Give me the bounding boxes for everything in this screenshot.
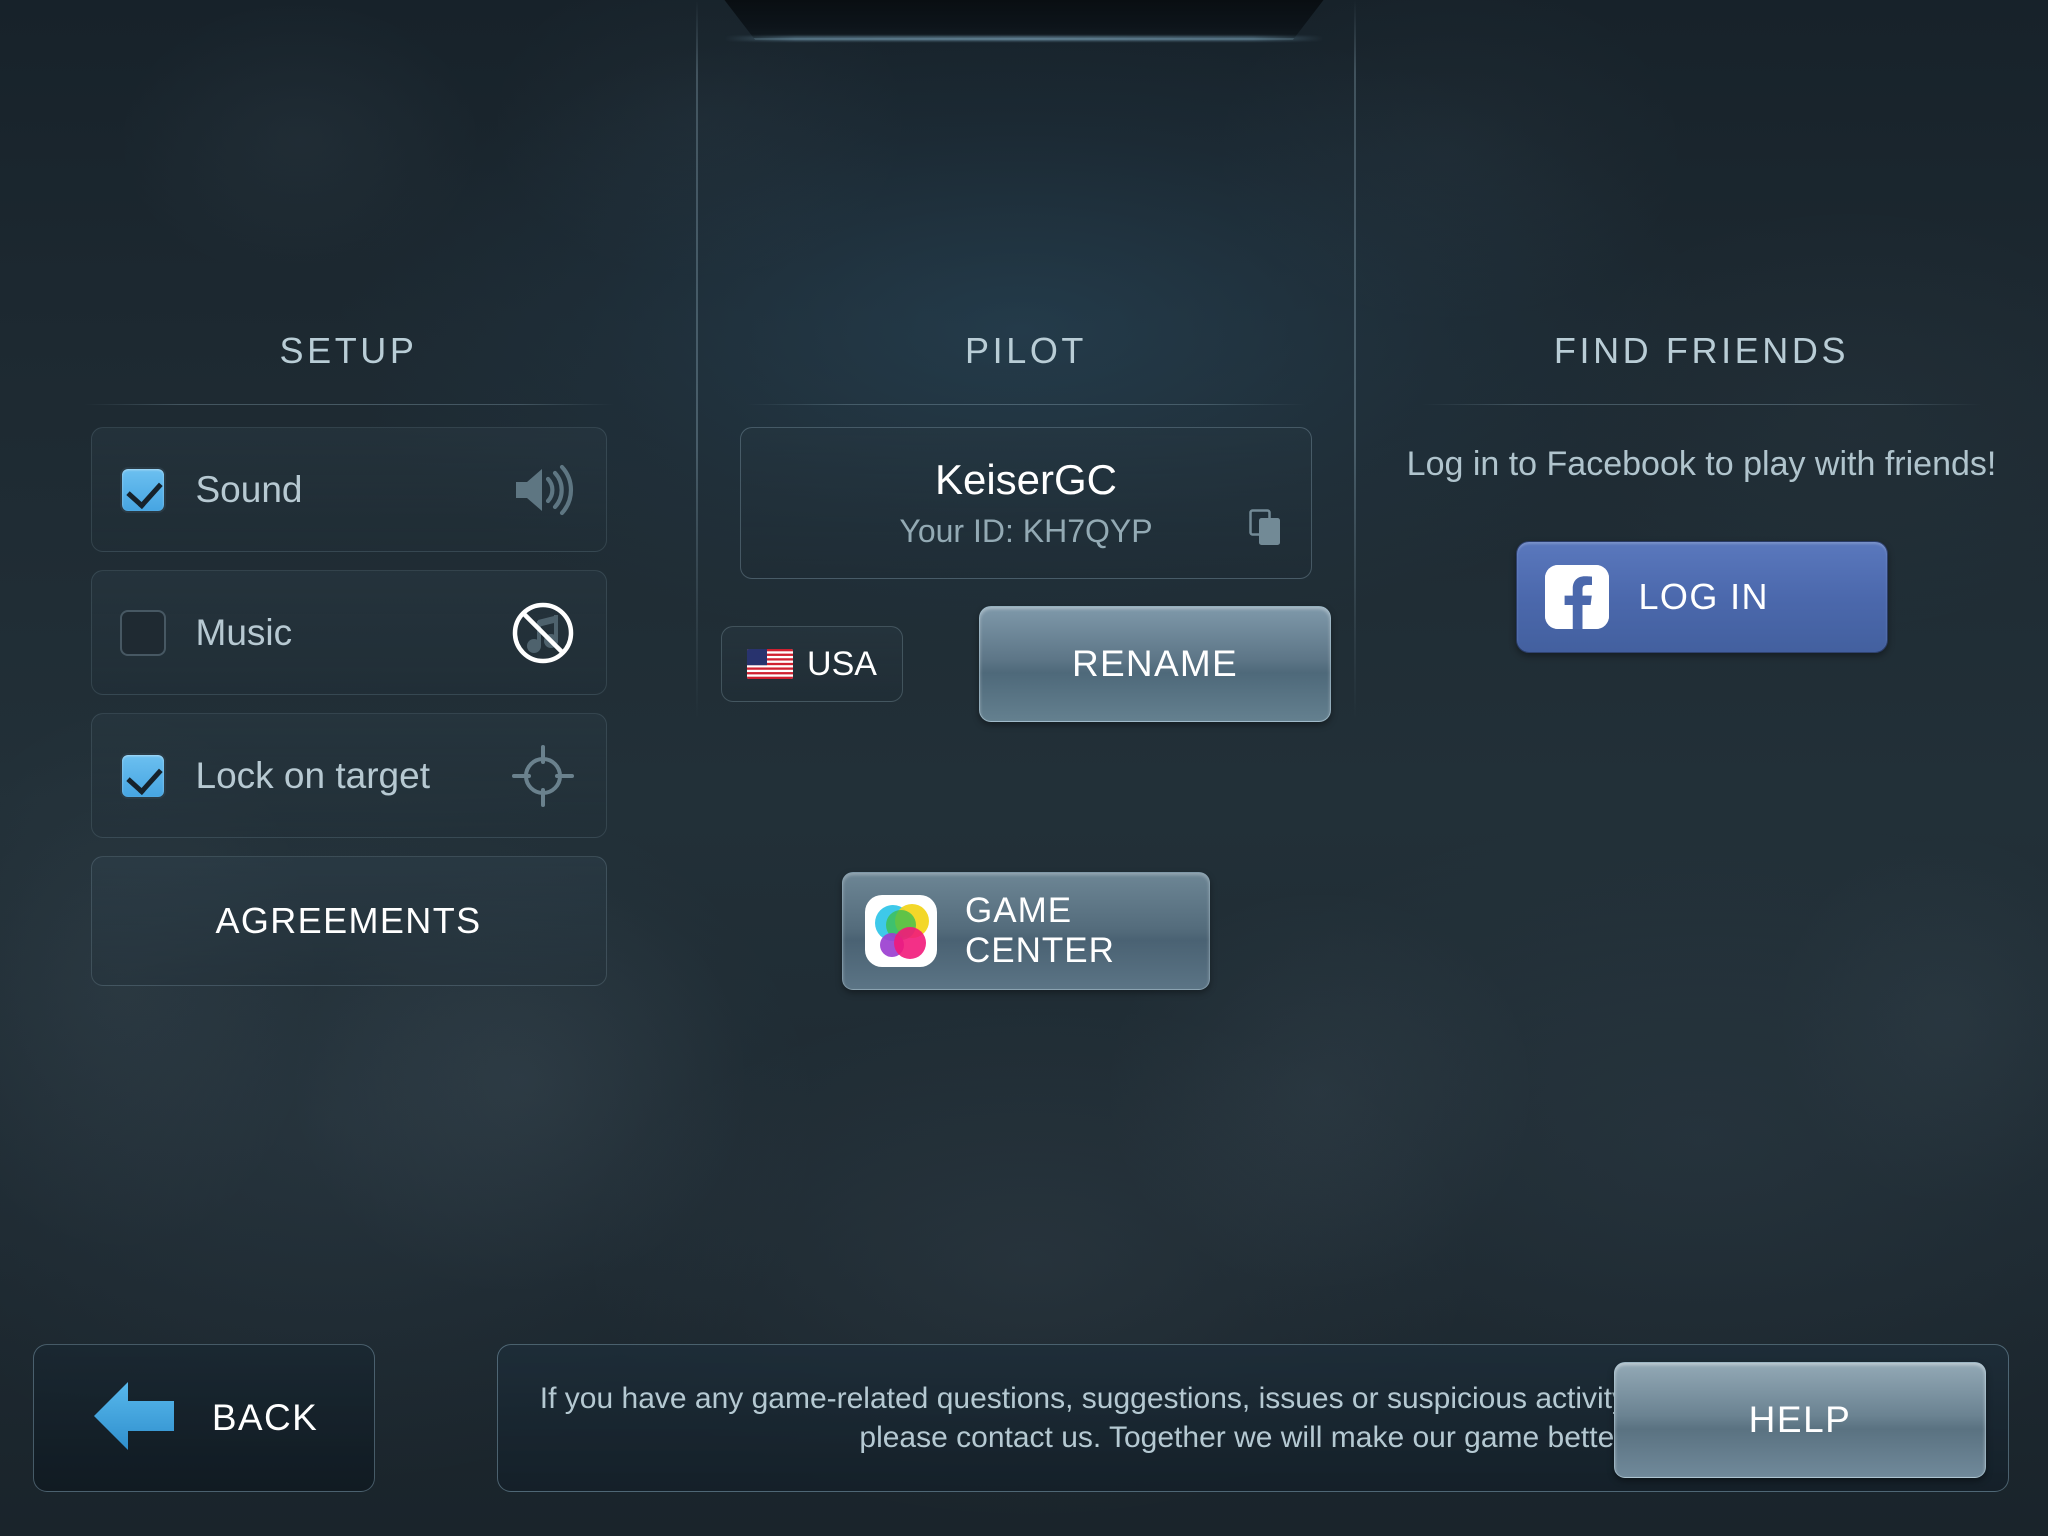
pilot-name: KeiserGC: [934, 456, 1118, 503]
music-label: Music: [195, 611, 293, 653]
facebook-prompt-text: Log in to Facebook to play with friends!: [1406, 445, 1997, 483]
sound-label: Sound: [195, 468, 303, 510]
setting-row-lock-on-target[interactable]: Lock on target: [90, 713, 607, 838]
setup-title-underline: [83, 404, 614, 405]
back-button[interactable]: BACK: [33, 1344, 375, 1492]
copy-icon[interactable]: [1249, 509, 1283, 552]
usa-flag-icon: [747, 649, 794, 679]
facebook-login-label: LOG IN: [1638, 576, 1769, 617]
settings-screen: SETUP Sound Music Lock on target AGREEME…: [0, 0, 2048, 1536]
facebook-icon: [1544, 565, 1609, 629]
find-friends-column: FIND FRIENDS Log in to Facebook to play …: [1355, 300, 2048, 1060]
pilot-info-box: KeiserGC Your ID: KH7QYP: [740, 427, 1312, 579]
setting-row-music[interactable]: Music: [90, 570, 607, 695]
agreements-button[interactable]: AGREEMENTS: [90, 856, 607, 986]
crosshair-icon: [508, 741, 578, 811]
rename-button[interactable]: RENAME: [979, 606, 1331, 722]
pilot-id: Your ID: KH7QYP: [899, 513, 1153, 549]
pilot-actions-row: USA RENAME: [721, 606, 1331, 722]
pilot-column: PILOT KeiserGC Your ID: KH7QYP USA RENAM…: [697, 300, 1355, 1060]
pilot-column-title: PILOT: [964, 330, 1088, 371]
bottom-bar: BACK If you have any game-related questi…: [0, 1336, 2048, 1536]
pilot-title-underline: [746, 404, 1306, 405]
help-panel: If you have any game-related questions, …: [497, 1344, 2009, 1492]
music-off-icon: [508, 598, 578, 668]
country-label: USA: [807, 644, 877, 683]
find-friends-column-title: FIND FRIENDS: [1553, 330, 1850, 371]
back-label: BACK: [211, 1397, 319, 1438]
find-friends-title-underline: [1421, 404, 1982, 405]
game-center-button[interactable]: GAME CENTER: [842, 872, 1210, 990]
facebook-login-button[interactable]: LOG IN: [1515, 541, 1888, 653]
top-notch-glow: [724, 36, 1324, 41]
game-center-icon: [865, 895, 937, 967]
lock-on-target-checkbox[interactable]: [119, 752, 166, 799]
country-selector-button[interactable]: USA: [721, 626, 903, 702]
columns-container: SETUP Sound Music Lock on target AGREEME…: [0, 300, 2048, 1060]
top-notch: [724, 0, 1324, 40]
setup-column: SETUP Sound Music Lock on target AGREEME…: [0, 300, 697, 1060]
music-checkbox[interactable]: [119, 609, 166, 656]
help-button[interactable]: HELP: [1614, 1362, 1986, 1478]
setting-row-sound[interactable]: Sound: [90, 427, 607, 552]
arrow-left-icon: [90, 1377, 178, 1460]
setup-settings-list: Sound Music Lock on target: [90, 427, 607, 838]
sound-checkbox[interactable]: [119, 466, 166, 513]
game-center-label: GAME CENTER: [965, 891, 1115, 970]
lock-on-target-label: Lock on target: [195, 754, 430, 796]
speaker-on-icon: [508, 455, 578, 525]
setup-column-title: SETUP: [279, 330, 418, 371]
